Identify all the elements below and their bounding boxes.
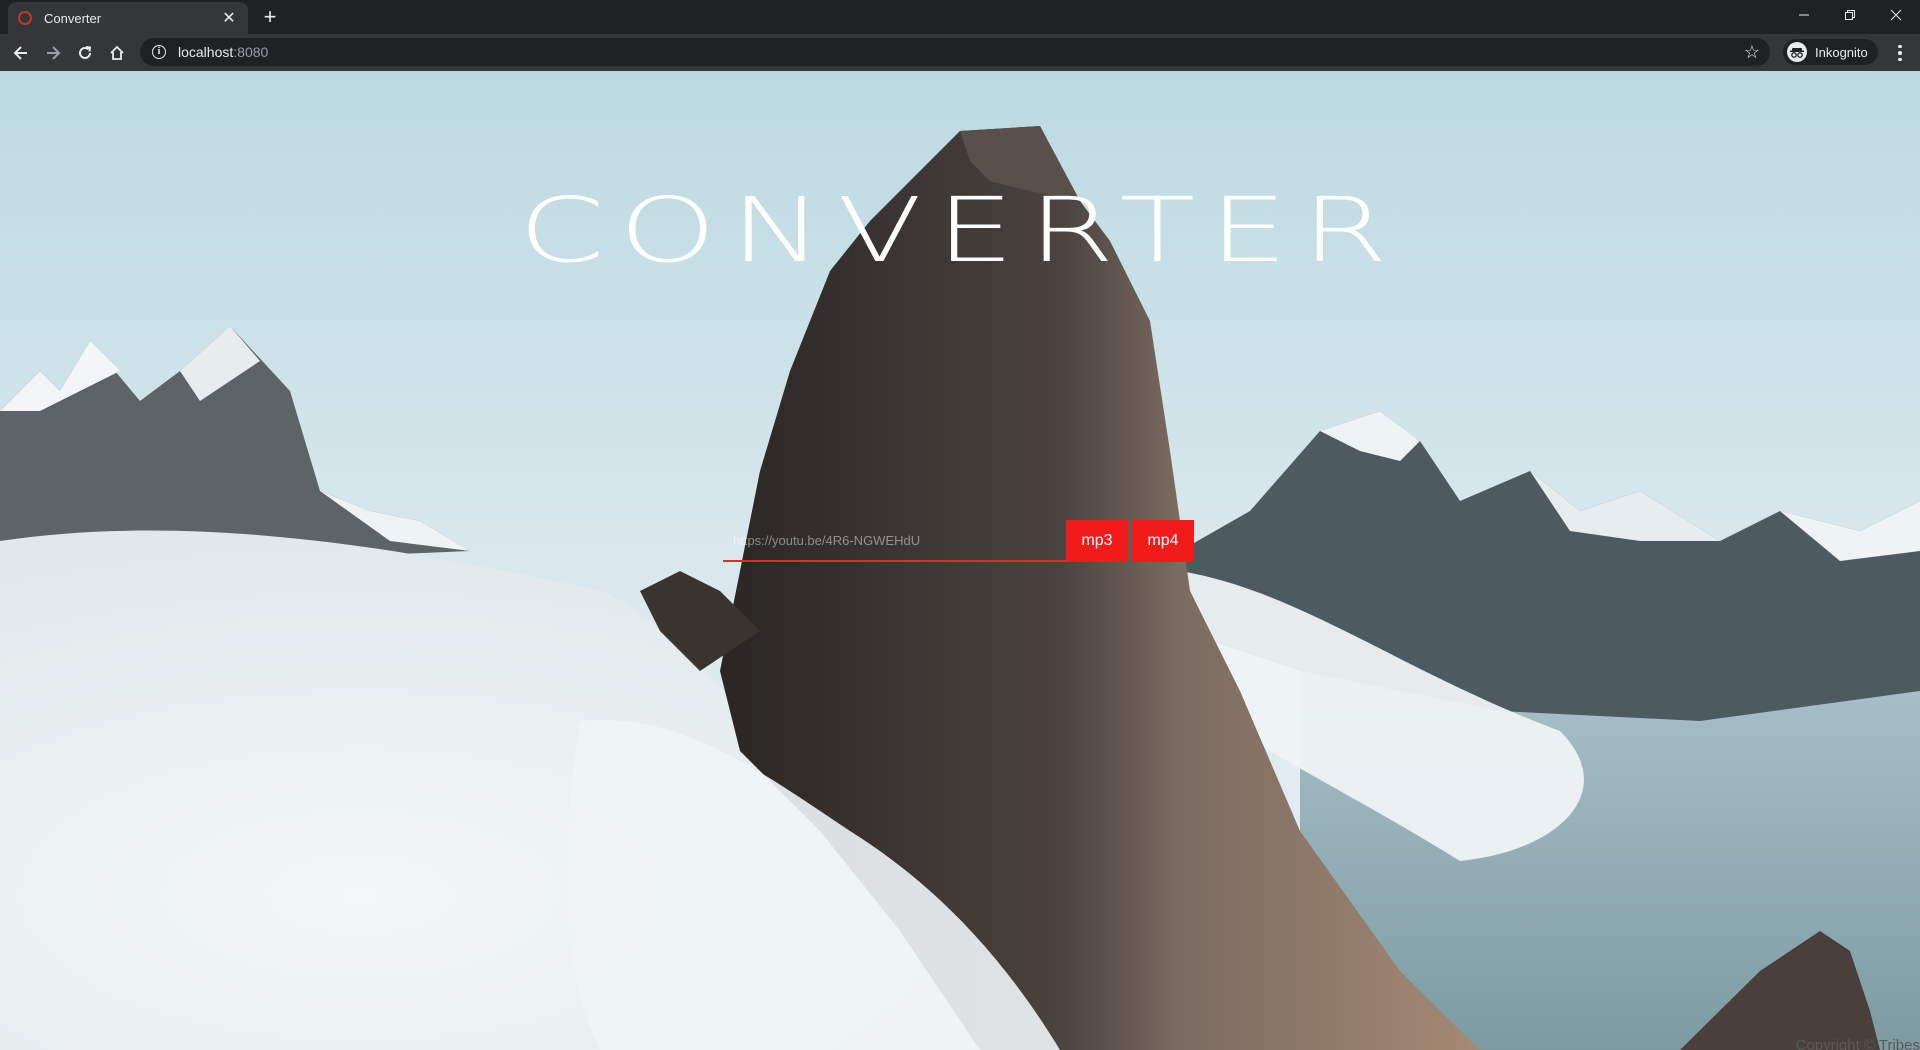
url-host: localhost <box>178 44 234 60</box>
browser-menu-icon[interactable] <box>1888 40 1912 66</box>
close-icon <box>1890 9 1902 21</box>
mp4-button[interactable]: mp4 <box>1132 520 1194 562</box>
url-port: :8080 <box>233 44 269 60</box>
incognito-profile-button[interactable]: Inkognito <box>1783 39 1878 65</box>
favicon-icon <box>18 11 32 25</box>
forward-button[interactable] <box>38 38 68 68</box>
minimize-button[interactable] <box>1781 0 1827 30</box>
restore-button[interactable] <box>1827 0 1873 30</box>
home-button[interactable] <box>102 38 132 68</box>
reload-button[interactable] <box>70 38 100 68</box>
tab-converter[interactable]: Converter ✕ <box>8 2 248 34</box>
back-arrow-icon <box>13 46 27 60</box>
close-window-button[interactable] <box>1873 0 1919 30</box>
mp3-button[interactable]: mp3 <box>1066 520 1128 562</box>
tab-title: Converter <box>44 10 102 26</box>
incognito-label: Inkognito <box>1815 44 1868 60</box>
convert-form: mp3 mp4 <box>723 520 1194 562</box>
address-bar[interactable]: i localhost:8080 ☆ <box>140 38 1770 66</box>
tab-strip: Converter ✕ + <box>0 0 1920 34</box>
incognito-icon <box>1787 42 1807 62</box>
video-url-input[interactable] <box>723 520 1066 562</box>
forward-arrow-icon <box>47 46 61 60</box>
page-title: CONVERTER <box>518 178 1402 283</box>
browser-toolbar: i localhost:8080 ☆ Inkognito <box>0 34 1920 71</box>
tab-close-icon[interactable]: ✕ <box>220 8 238 28</box>
copyright-footer: Copyright © Tribes <box>1795 1037 1920 1050</box>
restore-icon <box>1845 10 1855 20</box>
back-button[interactable] <box>6 38 36 68</box>
minimize-icon <box>1799 14 1809 16</box>
bookmark-star-icon[interactable]: ☆ <box>1744 41 1760 63</box>
new-tab-button[interactable]: + <box>258 4 282 30</box>
reload-icon <box>79 46 92 59</box>
page-viewport: CONVERTER mp3 mp4 Copyright © Tribes <box>0 71 1920 1050</box>
home-icon <box>110 45 124 60</box>
site-info-icon[interactable]: i <box>152 45 166 59</box>
